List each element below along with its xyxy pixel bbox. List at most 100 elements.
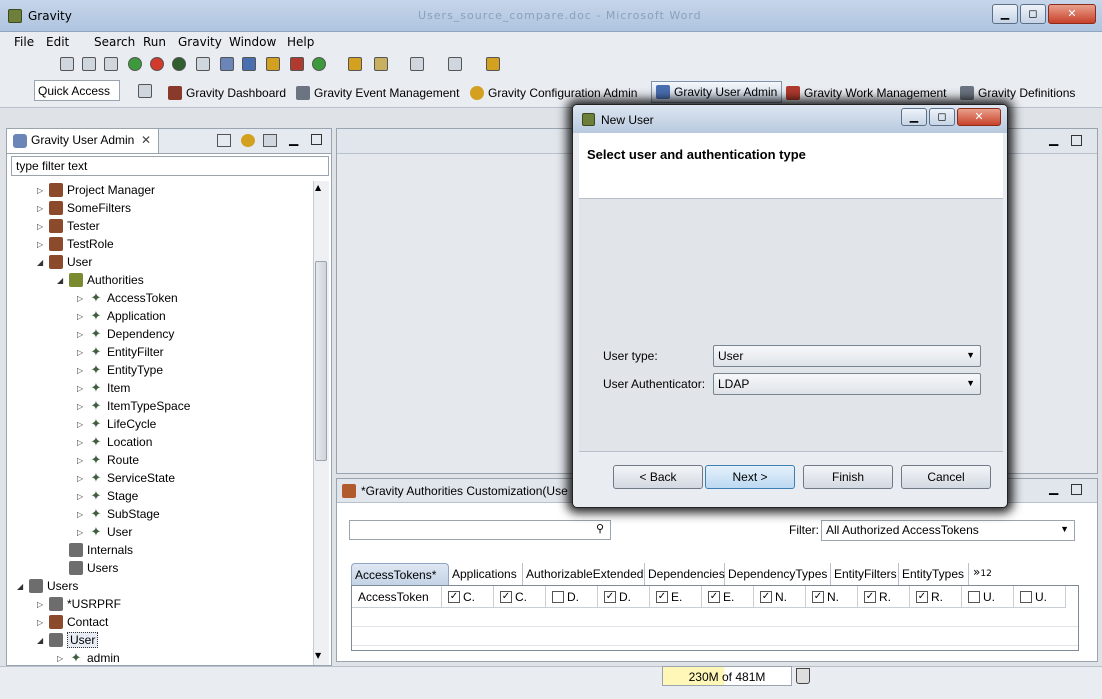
maximize-editor-icon[interactable] (1071, 135, 1082, 146)
tree-node[interactable]: ▷ ✦ Dependency (77, 325, 174, 343)
collapsed-arrow-icon[interactable]: ▷ (77, 402, 85, 411)
view-title[interactable]: *Gravity Authorities Customization(Use (361, 484, 568, 498)
collapsed-arrow-icon[interactable]: ▷ (77, 420, 85, 429)
checked-checkbox[interactable]: ✓ (864, 590, 876, 603)
maximize-view-icon[interactable] (1071, 484, 1082, 495)
expanded-arrow-icon[interactable]: ◢ (37, 258, 45, 267)
tab-applications[interactable]: Applications (449, 563, 523, 585)
menu-run[interactable]: Run (143, 35, 166, 49)
close-button[interactable]: ✕ (1048, 4, 1096, 24)
scroll-down-icon[interactable]: ▼ (315, 651, 321, 660)
expanded-arrow-icon[interactable]: ◢ (57, 276, 65, 285)
column-header[interactable]: ✓ R. (858, 586, 910, 608)
tree-node[interactable]: ▷ ✦ ItemTypeSpace (77, 397, 190, 415)
tree-node[interactable]: ▷ ✦ Location (77, 433, 152, 451)
collapsed-arrow-icon[interactable]: ▷ (77, 510, 85, 519)
column-header[interactable]: AccessToken (352, 586, 442, 608)
unchecked-checkbox[interactable] (1020, 590, 1032, 603)
collapsed-arrow-icon[interactable]: ▷ (77, 294, 85, 303)
column-header[interactable]: ✓ E. (650, 586, 702, 608)
print-icon[interactable] (263, 134, 277, 147)
column-header[interactable]: ✓ C. (442, 586, 494, 608)
expanded-arrow-icon[interactable]: ◢ (17, 582, 25, 591)
debug-icon[interactable] (290, 57, 304, 71)
search-input[interactable]: ⚲ (349, 520, 611, 540)
tree-node[interactable]: ▷ ✦ Application (77, 307, 166, 325)
collapsed-arrow-icon[interactable]: ▷ (77, 528, 85, 537)
column-header[interactable]: U. (962, 586, 1014, 608)
save-icon[interactable] (82, 57, 96, 71)
new-icon[interactable] (60, 57, 74, 71)
tree-node[interactable]: ▷ ✦ Stage (77, 487, 138, 505)
tree-node[interactable]: ▷ TestRole (37, 235, 114, 253)
authenticator-select[interactable]: LDAP ▼ (713, 373, 981, 395)
tree-node[interactable]: ▷ ✦ LifeCycle (77, 415, 156, 433)
close-icon[interactable]: ✕ (141, 133, 151, 147)
quick-access-input[interactable] (34, 80, 120, 101)
tree-filter-input[interactable] (11, 156, 329, 176)
checked-checkbox[interactable]: ✓ (448, 590, 460, 603)
open-folder-icon[interactable] (348, 57, 362, 71)
collapsed-arrow-icon[interactable]: ▷ (77, 330, 85, 339)
tree-node[interactable]: ▷ Contact (37, 613, 108, 631)
tree-node[interactable]: ▷ ✦ User (77, 523, 132, 541)
tree-node[interactable]: ▷ ✦ EntityFilter (77, 343, 164, 361)
start-icon[interactable] (128, 57, 142, 71)
brush-icon[interactable] (374, 57, 388, 71)
collapsed-arrow-icon[interactable]: ▷ (77, 474, 85, 483)
checked-checkbox[interactable]: ✓ (604, 590, 616, 603)
checked-checkbox[interactable]: ✓ (812, 590, 824, 603)
table-row[interactable] (352, 609, 1078, 627)
tree-node[interactable]: Internals (57, 541, 133, 559)
user-type-select[interactable]: User ▼ (713, 345, 981, 367)
back-button[interactable]: < Back (613, 465, 703, 489)
checked-checkbox[interactable]: ✓ (916, 590, 928, 603)
save-all-icon[interactable] (104, 57, 118, 71)
collapsed-arrow-icon[interactable]: ▷ (57, 654, 65, 663)
perspective-event-management[interactable]: Gravity Event Management (296, 83, 459, 103)
expanded-arrow-icon[interactable]: ◢ (37, 636, 45, 645)
tree-node[interactable]: ▷ ✦ Item (77, 379, 130, 397)
tree-node[interactable]: ◢ User (37, 253, 92, 271)
collapsed-arrow-icon[interactable]: ▷ (37, 618, 45, 627)
book-icon[interactable] (242, 57, 256, 71)
tab-accesstokens[interactable]: AccessTokens* (351, 563, 449, 585)
minimize-view-icon[interactable]: ▁ (289, 132, 298, 146)
collapsed-arrow-icon[interactable]: ▷ (77, 384, 85, 393)
checked-checkbox[interactable]: ✓ (708, 590, 720, 603)
dialog-maximize-button[interactable]: ◻ (929, 108, 955, 126)
status-icon[interactable] (172, 57, 186, 71)
key-icon[interactable] (266, 57, 280, 71)
perspective-work-management[interactable]: Gravity Work Management (786, 83, 947, 103)
tab-entityfilters[interactable]: EntityFilters (831, 563, 899, 585)
garbage-collect-icon[interactable] (796, 668, 810, 684)
link-editor-icon[interactable] (241, 134, 255, 147)
column-header[interactable]: ✓ N. (754, 586, 806, 608)
next-annotation-icon[interactable] (448, 57, 462, 71)
perspective-dashboard[interactable]: Gravity Dashboard (168, 83, 286, 103)
tree-node[interactable]: Users (57, 559, 118, 577)
scroll-up-icon[interactable]: ▲ (315, 183, 321, 192)
tree-node[interactable]: ◢ Authorities (57, 271, 144, 289)
document-icon[interactable] (196, 57, 210, 71)
menu-help[interactable]: Help (287, 35, 314, 49)
collapsed-arrow-icon[interactable]: ▷ (37, 222, 45, 231)
collapsed-arrow-icon[interactable]: ▷ (77, 348, 85, 357)
table-row[interactable] (352, 628, 1078, 646)
tab-gravity-user-admin[interactable]: Gravity User Admin (7, 129, 159, 153)
tree-node[interactable]: ▷ ✦ SubStage (77, 505, 160, 523)
column-header[interactable]: ✓ C. (494, 586, 546, 608)
tab-authorizableextended[interactable]: AuthorizableExtended (523, 563, 645, 585)
dialog-close-button[interactable]: ✕ (957, 108, 1001, 126)
tree-node[interactable]: ▷ SomeFilters (37, 199, 131, 217)
navigate-icon[interactable] (410, 57, 424, 71)
maximize-view-icon[interactable] (311, 134, 322, 145)
minimize-button[interactable]: ▁ (992, 4, 1018, 24)
power-icon[interactable] (150, 57, 164, 71)
heap-status[interactable]: 230M of 481M (662, 666, 792, 686)
menu-file[interactable]: File (14, 35, 34, 49)
open-perspective-icon[interactable] (138, 84, 152, 98)
column-header[interactable]: ✓ D. (598, 586, 650, 608)
minimize-view-icon[interactable]: ▁ (1049, 481, 1058, 495)
tree-node[interactable]: ▷ *USRPRF (37, 595, 121, 613)
